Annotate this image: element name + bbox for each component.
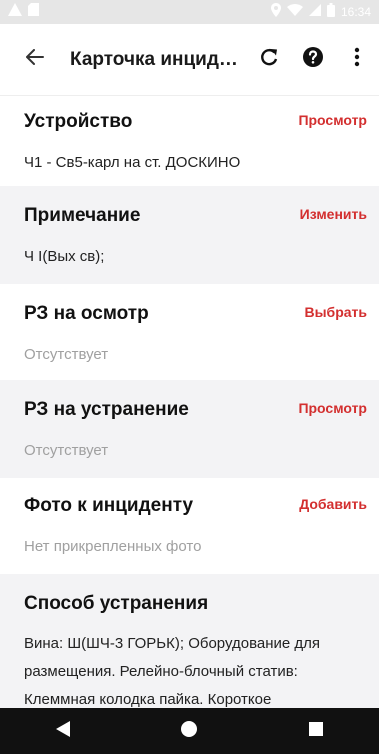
select-inspection-order-button[interactable]: Выбрать [304,302,367,320]
location-icon [270,2,281,22]
incident-card-content: Устройство Просмотр Ч1 - Св5-карл на ст.… [0,96,379,708]
section-title: РЗ на осмотр [24,303,149,324]
section-title: РЗ на устранение [24,399,189,420]
refresh-icon [259,47,279,72]
section-inspection-order: РЗ на осмотр Выбрать Отсутствует [0,284,379,380]
view-repair-order-button[interactable]: Просмотр [298,398,367,416]
nav-recents-icon [308,721,323,741]
section-header: Фото к инциденту Добавить [24,478,367,518]
section-title: Устройство [24,111,133,132]
back-arrow-icon [26,49,44,70]
status-bar-right: 16:34 [270,2,371,22]
status-time: 16:34 [340,5,371,19]
more-options-button[interactable] [335,24,379,96]
section-value: Отсутствует [24,442,109,459]
battery-icon [326,2,335,22]
add-photo-button[interactable]: Добавить [299,494,367,512]
screen: 16:34 Карточка инцид… Устройство Просмот… [0,0,379,754]
warning-icon [8,3,22,21]
section-header: Устройство Просмотр [24,96,367,134]
section-value: Вина: Ш(ШЧ-3 ГОРЬК); Оборудование для ра… [24,635,321,708]
section-value: Ч I(Вых св); [24,248,105,265]
nav-home-button[interactable] [159,708,219,754]
status-bar-left [8,3,39,21]
view-device-button[interactable]: Просмотр [298,110,367,128]
help-button[interactable] [291,24,335,96]
edit-note-button[interactable]: Изменить [300,204,367,222]
back-button[interactable] [0,24,70,96]
page-title: Карточка инцид… [70,48,238,70]
section-resolution-method: Способ устранения Вина: Ш(ШЧ-3 ГОРЬК); О… [0,574,379,708]
signal-icon [308,3,321,21]
section-value: Нет прикрепленных фото [24,538,202,555]
nav-back-icon [56,720,71,742]
section-header: РЗ на устранение Просмотр [24,380,367,422]
app-bar: Карточка инцид… [0,24,379,96]
refresh-button[interactable] [247,24,291,96]
section-title: Примечание [24,205,141,226]
section-note: Примечание Изменить Ч I(Вых св); [0,186,379,284]
section-value: Отсутствует [24,346,109,363]
section-value: Ч1 - Св5-карл на ст. ДОСКИНО [24,154,241,171]
wifi-icon [286,3,303,21]
nav-recents-button[interactable] [286,708,346,754]
section-photos: Фото к инциденту Добавить Нет прикреплен… [0,478,379,574]
section-header: Примечание Изменить [24,186,367,228]
section-header: РЗ на осмотр Выбрать [24,284,367,326]
section-device: Устройство Просмотр Ч1 - Св5-карл на ст.… [0,96,379,186]
section-title: Фото к инциденту [24,495,194,516]
help-icon [302,46,324,73]
section-header: Способ устранения [24,574,361,616]
more-vert-icon [354,47,360,72]
nav-back-button[interactable] [33,708,93,754]
status-bar: 16:34 [0,0,379,24]
section-repair-order: РЗ на устранение Просмотр Отсутствует [0,380,379,478]
section-title: Способ устранения [24,593,209,614]
nav-home-icon [181,720,198,742]
system-nav-bar [0,708,379,754]
sd-card-icon [28,3,39,21]
